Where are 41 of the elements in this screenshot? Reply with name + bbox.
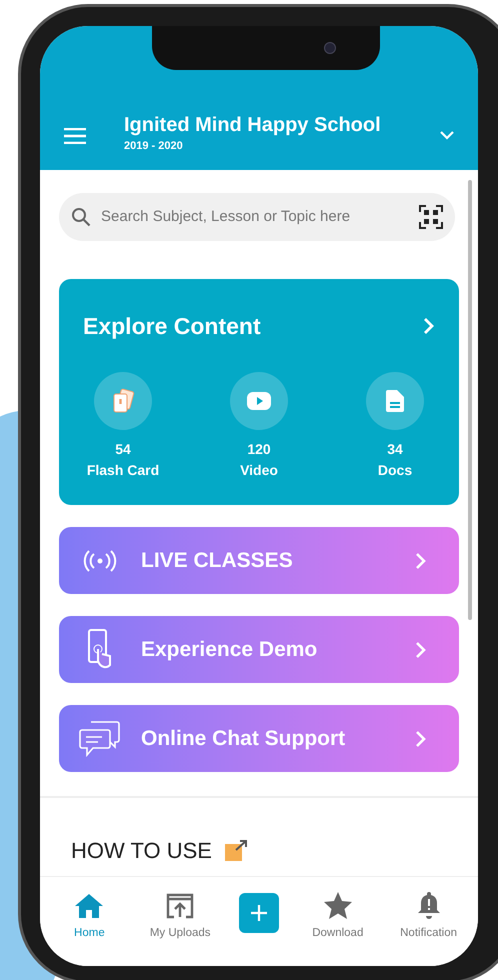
chevron-right-icon [423,317,435,336]
bell-icon [416,891,441,919]
chevron-right-icon [415,730,427,748]
nav-tab[interactable]: My Uploads [148,891,212,942]
item-label: Flash Card [86,460,160,480]
menu-card-button[interactable]: Experience Demo [59,616,459,683]
add-button[interactable] [238,893,279,933]
external-link-icon[interactable] [224,840,248,862]
document-icon [385,388,405,412]
nav-tab[interactable]: Notification [396,891,461,942]
academic-year: 2019 - 2020 [124,138,184,154]
item-label: Docs [378,460,412,480]
phone-tap-icon [87,628,113,670]
search-field[interactable]: Search Subject, Lesson or Topic here [59,193,455,241]
chevron-right-icon [415,640,427,658]
upload-icon [166,893,194,919]
school-name: Ignited Mind Happy School [124,112,382,138]
menu-icon[interactable] [64,128,86,144]
item-label: Video [240,460,278,480]
nav-tab[interactable]: Download [306,891,370,942]
search-icon [71,207,91,227]
plus-icon [250,904,268,922]
search-input[interactable]: Search Subject, Lesson or Topic here [101,206,409,228]
qr-code-icon[interactable] [419,205,443,229]
camera-icon [324,42,336,54]
play-icon [246,390,272,410]
section-title: HOW TO USE [71,837,212,865]
card-title: Explore Content [83,312,261,341]
item-count: 120 [247,440,271,458]
star-icon [322,891,353,919]
broadcast-icon [83,550,117,572]
chevron-down-icon[interactable] [440,131,454,140]
menu-card-button[interactable]: Online Chat Support [59,705,459,772]
explore-content-card[interactable]: Explore Content 54 Flash Card 120 Video 34 Docs [59,279,459,505]
menu-card-button[interactable]: LIVE CLASSES [59,527,459,594]
item-count: 54 [115,440,131,458]
home-icon [74,893,104,919]
chevron-right-icon [415,552,427,570]
item-count: 34 [387,440,403,458]
chat-bubbles-icon [79,720,121,758]
nav-tab[interactable]: Home [57,891,122,942]
